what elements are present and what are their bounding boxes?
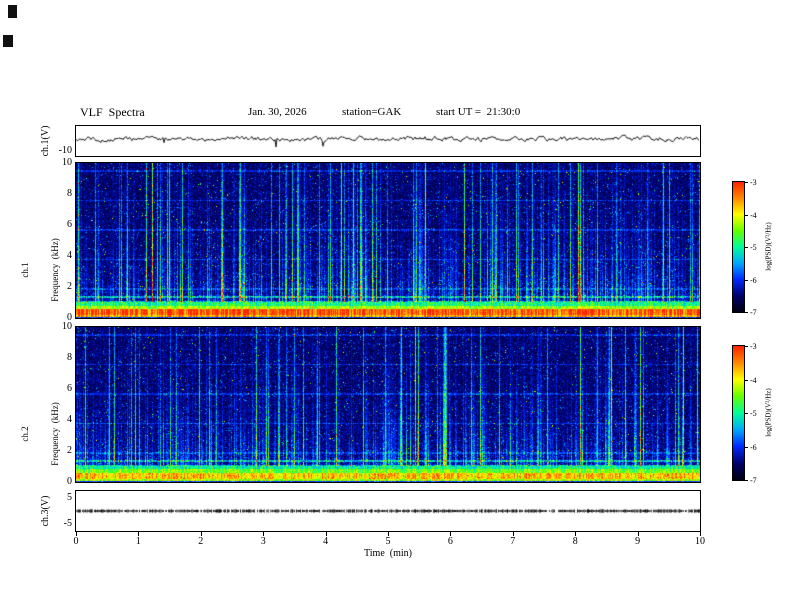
ch1-waveform-canvas bbox=[76, 126, 700, 156]
ch1-waveform-panel bbox=[75, 125, 701, 157]
plot-date: Jan. 30, 2026 bbox=[248, 106, 307, 118]
ch1_spec-ytick-8: 8 bbox=[67, 188, 72, 199]
vlf-spectra-screen: VLF Spectra Jan. 30, 2026 station=GAK st… bbox=[0, 0, 792, 612]
ch3-waveform-panel bbox=[75, 490, 701, 532]
cb2-tickmark--3 bbox=[744, 346, 748, 347]
cb1-tickmark--6 bbox=[744, 280, 748, 281]
xtick-label-2: 2 bbox=[198, 536, 204, 547]
ch1-spectrogram-panel bbox=[75, 162, 701, 319]
ch2_spec-ytick-4: 4 bbox=[67, 414, 72, 425]
cb2-ticklabel--4: -4 bbox=[750, 375, 757, 385]
ch2-spec-ylabel-frequency: Frequency (kHz) bbox=[50, 402, 60, 466]
cb1-ticklabel--5: -5 bbox=[750, 243, 757, 252]
xtick-label-1: 1 bbox=[135, 536, 141, 547]
ch1-spec-ylabel: ch.1 Frequency (kHz) bbox=[0, 215, 80, 325]
xtick-label-5: 5 bbox=[385, 536, 391, 547]
ch3-ytick--5: -5 bbox=[63, 518, 72, 530]
cb1-ticklabel--7: -7 bbox=[750, 308, 757, 317]
ch2-spectrogram-panel bbox=[75, 326, 701, 483]
xaxis-label: Time (min) bbox=[364, 548, 412, 559]
ch3-wave-ylabel: ch.3(V) bbox=[40, 495, 51, 527]
cb2-ticklabel--3: -3 bbox=[750, 342, 757, 351]
cb1-tickmark--7 bbox=[744, 312, 748, 313]
cb2-tickmark--4 bbox=[744, 380, 748, 381]
xtick-label-9: 9 bbox=[635, 536, 641, 547]
colorbar-1-canvas bbox=[733, 182, 744, 312]
cb2-tickmark--5 bbox=[744, 413, 748, 414]
xtick-label-10: 10 bbox=[695, 536, 705, 547]
cb1-ticklabel--3: -3 bbox=[750, 178, 757, 187]
screen-artifact-2 bbox=[3, 35, 13, 47]
xtick-label-7: 7 bbox=[510, 536, 516, 547]
cb1-tickmark--5 bbox=[744, 247, 748, 248]
ch2_spec-ytick-10: 10 bbox=[62, 321, 72, 332]
ch2_spec-ytick-0: 0 bbox=[67, 476, 72, 487]
xtick-label-0: 0 bbox=[73, 536, 79, 547]
xtick-label-6: 6 bbox=[447, 536, 453, 547]
cb1-tickmark--4 bbox=[744, 215, 748, 216]
cb1-ticklabel--6: -6 bbox=[750, 275, 757, 285]
ch2_spec-ytick-8: 8 bbox=[67, 352, 72, 363]
cb2-tickmark--6 bbox=[744, 447, 748, 448]
xtick-label-8: 8 bbox=[572, 536, 578, 547]
ch2-spec-ylabel-channel: ch.2 bbox=[20, 426, 30, 442]
ch1_spec-ytick-4: 4 bbox=[67, 250, 72, 261]
ch3-ytick-5: 5 bbox=[67, 491, 72, 503]
plot-title: VLF Spectra bbox=[80, 105, 145, 119]
ch1_spec-ytick-6: 6 bbox=[67, 219, 72, 230]
cb2-ticklabel--6: -6 bbox=[750, 442, 757, 452]
screen-artifact-1 bbox=[8, 5, 17, 18]
ch2_spec-ytick-2: 2 bbox=[67, 445, 72, 456]
plot-start-ut: start UT = 21:30:0 bbox=[436, 106, 521, 118]
ch1_spec-ytick-10: 10 bbox=[62, 157, 72, 168]
xtick-label-4: 4 bbox=[323, 536, 329, 547]
ch3-waveform-canvas bbox=[76, 491, 700, 531]
ch2-spectrogram-canvas bbox=[76, 327, 700, 482]
cb2-tickmark--7 bbox=[744, 480, 748, 481]
cb1-ticklabel--4: -4 bbox=[750, 210, 757, 220]
ch1-spectrogram-canvas bbox=[76, 163, 700, 318]
cb1-tickmark--3 bbox=[744, 182, 748, 183]
ch2-spec-ylabel: ch.2 Frequency (kHz) bbox=[0, 379, 80, 489]
ch1-wave-ytick: -10 bbox=[58, 145, 72, 156]
xtick-label-3: 3 bbox=[260, 536, 266, 547]
ch1-spec-ylabel-frequency: Frequency (kHz) bbox=[50, 238, 60, 302]
ch1_spec-ytick-2: 2 bbox=[67, 281, 72, 292]
ch2_spec-ytick-6: 6 bbox=[67, 383, 72, 394]
plot-station: station=GAK bbox=[342, 106, 402, 118]
ch1-spec-ylabel-channel: ch.1 bbox=[20, 262, 30, 278]
cb2-ticklabel--7: -7 bbox=[750, 476, 757, 485]
cb2-ticklabel--5: -5 bbox=[750, 409, 757, 418]
colorbar-2-canvas bbox=[733, 346, 744, 480]
